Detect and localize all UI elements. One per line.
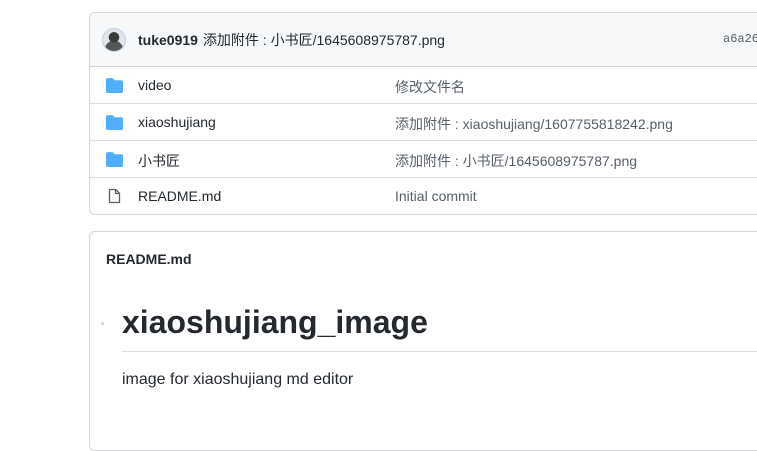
file-commit-message[interactable]: 添加附件 : 小书匠/1645608975787.png <box>395 151 637 171</box>
file-commit-message[interactable]: 添加附件 : xiaoshujiang/1607755818242.png <box>395 114 673 134</box>
readme-heading: xiaoshujiang_image <box>122 304 428 340</box>
file-browser: tuke0919 添加附件 : 小书匠/1645608975787.png a6… <box>89 12 757 215</box>
file-name[interactable]: video <box>138 77 171 93</box>
file-row-xiaoshujiang[interactable]: xiaoshujiang 添加附件 : xiaoshujiang/1607755… <box>90 104 757 141</box>
file-row-xiaoshujiang-cn[interactable]: 小书匠 添加附件 : 小书匠/1645608975787.png <box>90 141 757 178</box>
heading-divider <box>122 351 757 352</box>
file-name[interactable]: 小书匠 <box>138 151 180 171</box>
file-commit-message[interactable]: Initial commit <box>395 188 477 204</box>
folder-icon <box>106 115 123 130</box>
commit-author[interactable]: tuke0919 <box>138 32 198 48</box>
commit-message[interactable]: 添加附件 : 小书匠/1645608975787.png <box>203 30 445 50</box>
file-name[interactable]: xiaoshujiang <box>138 114 216 130</box>
file-row-readme[interactable]: README.md Initial commit <box>90 178 757 214</box>
readme-paragraph: image for xiaoshujiang md editor <box>122 371 354 388</box>
readme-panel: README.md xiaoshujiang_image image for x… <box>89 231 757 451</box>
folder-icon <box>106 152 123 167</box>
heading-anchor-icon[interactable] <box>101 322 104 325</box>
latest-commit-bar: tuke0919 添加附件 : 小书匠/1645608975787.png a6… <box>90 13 757 67</box>
folder-icon <box>106 78 123 93</box>
readme-filename[interactable]: README.md <box>106 251 192 267</box>
file-row-video[interactable]: video 修改文件名 <box>90 67 757 104</box>
file-icon <box>108 188 121 204</box>
commit-hash[interactable]: a6a26 <box>723 32 757 46</box>
file-commit-message[interactable]: 修改文件名 <box>395 77 465 97</box>
author-avatar[interactable] <box>102 27 126 52</box>
file-name[interactable]: README.md <box>138 188 221 204</box>
